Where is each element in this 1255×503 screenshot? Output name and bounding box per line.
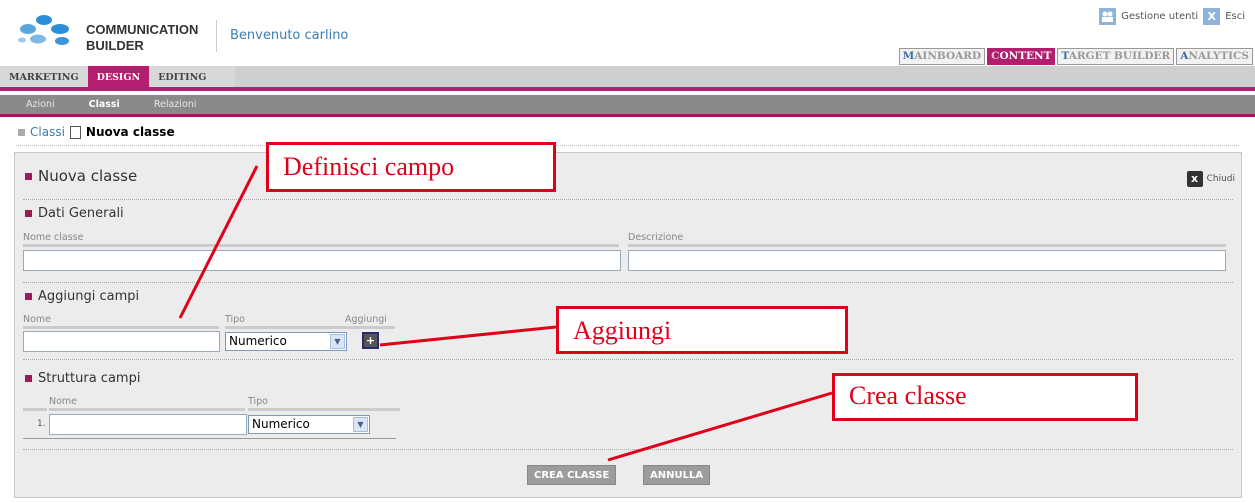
annotation-line-create xyxy=(607,391,833,462)
annotation-arrows xyxy=(178,165,833,462)
annotation-define-field: Definisci campo xyxy=(266,142,556,192)
annotation-create-class: Crea classe xyxy=(832,373,1138,421)
annotation-line-define xyxy=(178,165,259,319)
annotation-line-add xyxy=(379,325,557,347)
annotation-add: Aggiungi xyxy=(556,306,848,354)
